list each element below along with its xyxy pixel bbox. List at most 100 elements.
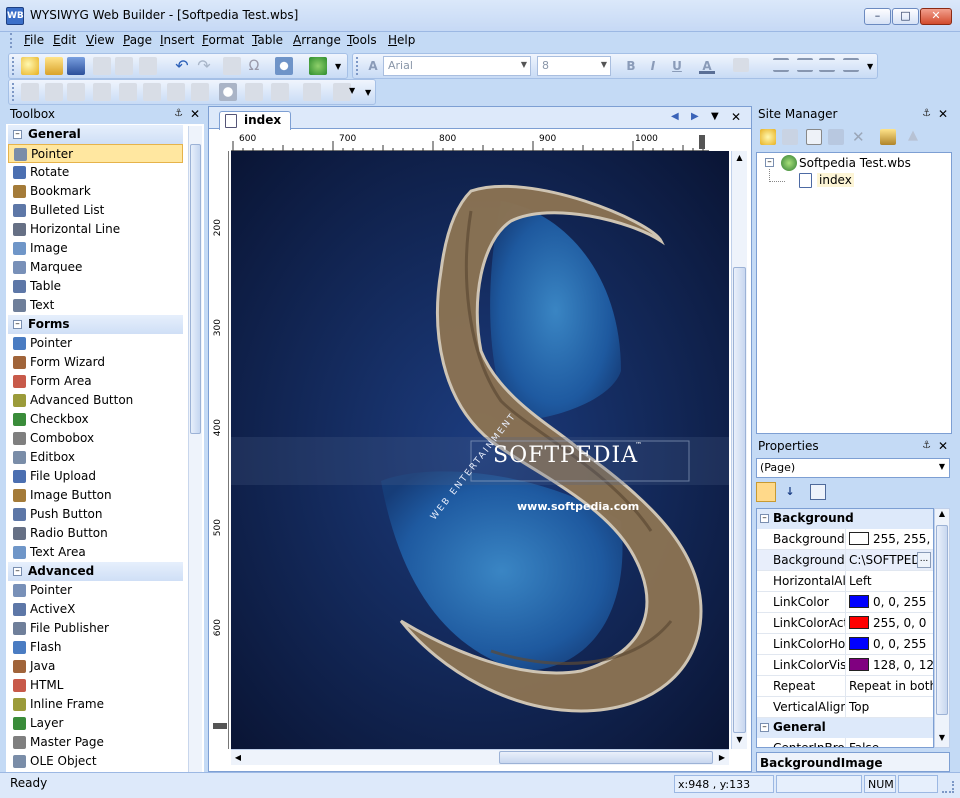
redo-icon[interactable]: ↷ xyxy=(195,57,213,75)
spell-icon[interactable] xyxy=(223,57,241,75)
canvas-vertical-scrollbar[interactable]: ▲ ▼ xyxy=(731,151,747,749)
tree-root-label[interactable]: Softpedia Test.wbs xyxy=(799,156,911,170)
ruler-marker[interactable] xyxy=(213,723,227,729)
align-top-obj-icon[interactable] xyxy=(93,83,111,101)
grid-icon[interactable] xyxy=(303,83,321,101)
property-pages-icon[interactable] xyxy=(810,484,826,500)
toolbox-item-horizontal-line[interactable]: Horizontal Line xyxy=(8,220,183,239)
minimize-button[interactable]: – xyxy=(864,8,891,25)
scroll-up-icon[interactable]: ▲ xyxy=(733,151,746,165)
scroll-down-icon[interactable]: ▼ xyxy=(733,733,746,747)
toolbox-item-form-area[interactable]: Form Area xyxy=(8,372,183,391)
highlight-icon[interactable] xyxy=(733,58,749,72)
toolbox-section-forms[interactable]: – Forms xyxy=(8,315,183,334)
property-row[interactable]: BackgroundC 255, 255, 25 xyxy=(757,529,933,550)
menu-view[interactable]: View xyxy=(86,32,114,49)
pin-icon[interactable]: ⚓ xyxy=(922,108,931,119)
toolbox-item-editbox[interactable]: Editbox xyxy=(8,448,183,467)
categorized-icon[interactable] xyxy=(756,482,776,502)
toolbox-section-advanced[interactable]: – Advanced xyxy=(8,562,183,581)
chevron-down-icon[interactable]: ▼ xyxy=(601,60,607,69)
close-button[interactable]: ✕ xyxy=(920,8,952,25)
cut-icon[interactable] xyxy=(93,57,111,75)
scroll-up-icon[interactable]: ▲ xyxy=(936,509,948,523)
scroll-left-icon[interactable]: ◀ xyxy=(231,751,245,764)
canvas-horizontal-scrollbar[interactable]: ◀ ▶ xyxy=(231,749,729,765)
property-grid-scrollbar[interactable]: ▲ ▼ xyxy=(934,508,950,748)
property-row[interactable]: LinkColorAct 255, 0, 0 xyxy=(757,613,933,634)
toolbox-item-image[interactable]: Image xyxy=(8,239,183,258)
toolbar-grip[interactable] xyxy=(12,83,16,101)
property-row[interactable]: LinkColor 0, 0, 255 xyxy=(757,592,933,613)
toolbox-item-marquee[interactable]: Marquee xyxy=(8,258,183,277)
text-color-button[interactable]: A xyxy=(699,58,715,74)
menu-tools[interactable]: Tools xyxy=(347,32,377,49)
symbol-icon[interactable]: Ω xyxy=(245,57,263,75)
toolbox-item-combobox[interactable]: Combobox xyxy=(8,429,183,448)
collapse-icon[interactable]: – xyxy=(765,158,774,167)
toolbar-grip[interactable] xyxy=(12,57,16,75)
same-width-icon[interactable] xyxy=(167,83,185,101)
menu-help[interactable]: Help xyxy=(388,32,415,49)
toolbox-item-java[interactable]: Java xyxy=(8,657,183,676)
toolbar-grip[interactable] xyxy=(356,57,360,75)
property-value[interactable]: 128, 0, 128 xyxy=(845,655,933,676)
bring-front-icon[interactable] xyxy=(245,83,263,101)
toolbox-section-general[interactable]: – General xyxy=(8,125,183,144)
font-size-combo[interactable]: 8 ▼ xyxy=(537,56,611,76)
toolbox-item-pointer[interactable]: Pointer xyxy=(8,581,183,600)
property-value[interactable]: Left xyxy=(845,571,933,592)
chevron-down-icon[interactable]: ▼ xyxy=(939,462,945,471)
scroll-right-icon[interactable]: ▶ xyxy=(715,751,729,764)
object-selector[interactable]: (Page) ▼ xyxy=(756,458,950,478)
tab-list-icon[interactable]: ▼ xyxy=(711,111,719,122)
property-row[interactable]: CenterInBrow False xyxy=(757,738,933,747)
toolbox-item-ole-object[interactable]: OLE Object xyxy=(8,752,183,771)
undo-icon[interactable]: ↶ xyxy=(173,57,191,75)
menu-page[interactable]: Page xyxy=(123,32,152,49)
move-up-icon[interactable]: ▲ xyxy=(908,128,918,143)
toolbox-item-push-button[interactable]: Push Button xyxy=(8,505,183,524)
toolbox-item-bulleted-list[interactable]: Bulleted List xyxy=(8,201,183,220)
align-center-obj-icon[interactable] xyxy=(45,83,63,101)
same-height-icon[interactable] xyxy=(191,83,209,101)
align-bottom-obj-icon[interactable] xyxy=(143,83,161,101)
page-properties-icon[interactable] xyxy=(806,129,822,145)
page-canvas[interactable]: SOFTPEDIA ™ www.softpedia.com WEB ENTERT… xyxy=(231,151,729,749)
property-value[interactable]: 0, 0, 255 xyxy=(845,634,933,655)
new-page-icon[interactable] xyxy=(760,129,776,145)
property-row[interactable]: LinkColorVisi 128, 0, 128 xyxy=(757,655,933,676)
scroll-thumb[interactable] xyxy=(936,525,948,715)
new-icon[interactable] xyxy=(21,57,39,75)
save-icon[interactable] xyxy=(67,57,85,75)
property-value[interactable]: 255, 0, 0 xyxy=(845,613,933,634)
pin-icon[interactable]: ⚓ xyxy=(922,440,931,451)
toolbox-item-pointer[interactable]: Pointer xyxy=(8,144,183,163)
new-folder-icon[interactable] xyxy=(782,129,798,145)
browse-button[interactable]: ... xyxy=(917,552,931,568)
underline-button[interactable]: U xyxy=(669,58,685,74)
justify-icon[interactable] xyxy=(843,58,859,72)
lock-icon[interactable] xyxy=(219,83,237,101)
sort-az-icon[interactable]: ↓ xyxy=(780,482,800,502)
scroll-thumb[interactable] xyxy=(733,267,746,733)
menu-arrange[interactable]: Arrange xyxy=(293,32,341,49)
tab-next-icon[interactable]: ▶ xyxy=(691,111,699,122)
property-row[interactable]: LinkColorHo 0, 0, 255 xyxy=(757,634,933,655)
property-value[interactable]: C:\SOFTPED:... xyxy=(845,550,933,571)
duplicate-icon[interactable] xyxy=(828,129,844,145)
tab-close-icon[interactable]: ✕ xyxy=(731,110,741,124)
scroll-thumb[interactable] xyxy=(499,751,713,764)
menu-file[interactable]: File xyxy=(24,32,44,49)
toolbox-item-text[interactable]: Text xyxy=(8,296,183,315)
close-icon[interactable]: ✕ xyxy=(938,439,948,453)
close-icon[interactable]: ✕ xyxy=(190,107,200,121)
align-middle-obj-icon[interactable] xyxy=(119,83,137,101)
tab-index[interactable]: index xyxy=(219,111,291,130)
collapse-icon[interactable]: – xyxy=(13,130,22,139)
paste-icon[interactable] xyxy=(139,57,157,75)
property-value[interactable]: 0, 0, 255 xyxy=(845,592,933,613)
property-row[interactable]: HorizontalAli Left xyxy=(757,571,933,592)
scroll-thumb[interactable] xyxy=(190,144,201,434)
toolbox-item-master-page[interactable]: Master Page xyxy=(8,733,183,752)
